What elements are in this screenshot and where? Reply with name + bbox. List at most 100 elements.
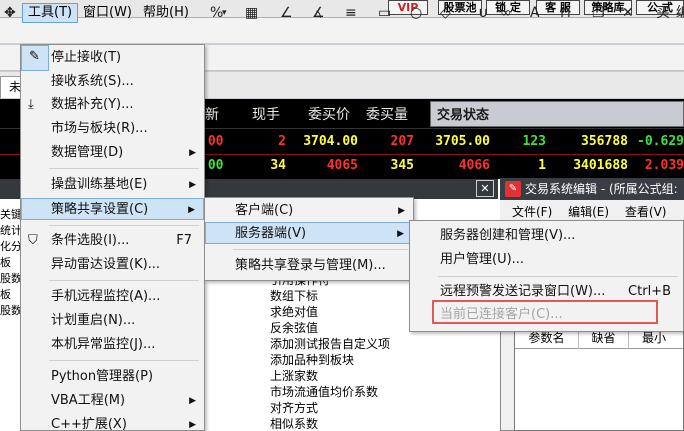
left-list-item[interactable]: 股数 bbox=[0, 271, 22, 287]
menu-item-python-manager[interactable]: Python管理器(P) bbox=[21, 366, 204, 388]
menu-separator bbox=[49, 225, 199, 226]
left-list-item[interactable]: 股数 bbox=[0, 303, 22, 319]
quote-cell: 207 bbox=[390, 134, 414, 149]
submenu-arrow-icon: ▶ bbox=[189, 148, 196, 158]
menu-item-cpp-extension[interactable]: C++扩展(X) ▶ bbox=[21, 414, 204, 431]
menu-item-training-base[interactable]: 操盘训练基地(E) ▶ bbox=[21, 174, 204, 196]
function-list-item[interactable]: 上涨家数 bbox=[270, 368, 390, 384]
menu-window[interactable]: 窗口(W) bbox=[78, 3, 137, 23]
menu-item-data-supplement[interactable]: ⤓ 数据补充(Y)... bbox=[21, 94, 204, 116]
function-list: 引用操作符 数组下标 求绝对值 反余弦值 添加测试报告自定义项 添加品种到板块 … bbox=[270, 272, 390, 431]
function-list-item[interactable]: 市场流通值均价系数 bbox=[270, 384, 390, 400]
function-list-item[interactable]: 添加测试报告自定义项 bbox=[270, 336, 390, 352]
quote-cell: 2 bbox=[278, 134, 286, 149]
quote-cell: 4066 bbox=[458, 158, 490, 173]
quote-cell: 123 bbox=[522, 134, 546, 149]
filter-icon: ⛉ bbox=[28, 233, 38, 248]
editor-title: 交易系统编辑 - (所属公式组: bbox=[500, 178, 684, 200]
lock-tool-icon[interactable]: ⊓ bbox=[560, 3, 571, 23]
left-list-item[interactable]: 关键 bbox=[0, 207, 22, 223]
text-tool-icon[interactable]: A bbox=[530, 3, 540, 23]
trade-status-title: 交易状态 bbox=[437, 108, 490, 123]
rect-tool-icon[interactable]: ▭ bbox=[378, 3, 391, 23]
menu-item-stop-receive[interactable]: 停止接收(T) bbox=[21, 47, 204, 69]
left-list-item[interactable]: 板 bbox=[0, 255, 22, 271]
menu-separator bbox=[438, 276, 678, 277]
fibonacci-tool-icon[interactable]: ≡ bbox=[345, 3, 357, 23]
delete-tool-icon[interactable]: ✕ bbox=[622, 3, 634, 23]
menu-item-mobile-monitor[interactable]: 手机远程监控(A)... bbox=[21, 286, 204, 308]
quote-cell: 1 bbox=[538, 158, 546, 173]
param-table: 参数名 缺省 最小 bbox=[514, 326, 684, 431]
submenu-arrow-icon: ▶ bbox=[189, 180, 196, 190]
submenu-arrow-icon: ▶ bbox=[189, 420, 196, 430]
left-list-item[interactable]: 统计 bbox=[0, 223, 22, 239]
buy-button[interactable]: 买 bbox=[656, 3, 670, 23]
quote-cell: 4065 bbox=[326, 158, 358, 173]
magnet-tool-icon[interactable]: ∪ bbox=[478, 3, 488, 23]
menu-item-strategy-share[interactable]: 策略共享设置(C) ▶ bbox=[21, 198, 204, 220]
menu-item-user-management[interactable]: 用户管理(U)... bbox=[410, 249, 683, 271]
menu-separator bbox=[49, 280, 199, 281]
left-window-titlebar bbox=[0, 179, 20, 199]
menu-item-receive-system[interactable]: 接收系统(S)... bbox=[21, 71, 204, 93]
editor-app-icon: ✎ bbox=[505, 181, 521, 197]
menu-item-vba-project[interactable]: VBA工程(M) ▶ bbox=[21, 390, 204, 412]
menu-item-data-management[interactable]: 数据管理(D) ▶ bbox=[21, 142, 204, 164]
function-list-item[interactable]: 相似系数 bbox=[270, 416, 390, 431]
menu-item-anomaly-monitor[interactable]: 本机异常监控(J)... bbox=[21, 334, 204, 356]
dropdown-arrow-icon[interactable]: ▾ bbox=[222, 3, 227, 23]
menu-item-scheduled-restart[interactable]: 计划重启(N)... bbox=[21, 310, 204, 332]
menu-item-client[interactable]: 客户端(C) ▶ bbox=[205, 200, 413, 222]
diamond-tool-icon[interactable]: ◇ bbox=[440, 3, 451, 23]
menu-item-stock-filter[interactable]: ⛉ 条件选股(I)... F7 bbox=[21, 230, 204, 252]
quote-cell: -0.629 bbox=[637, 134, 684, 149]
function-list-item[interactable]: 添加品种到板块 bbox=[270, 352, 390, 368]
function-list-item[interactable]: 反余弦值 bbox=[270, 320, 390, 336]
formula-window-titlebar bbox=[200, 179, 498, 199]
quote-cell: 34 bbox=[270, 158, 286, 173]
link-tool-icon[interactable]: ∞ bbox=[500, 3, 512, 23]
left-list-item[interactable]: 化分 bbox=[0, 239, 22, 255]
download-icon: ⤓ bbox=[28, 97, 34, 112]
line-tool-icon[interactable]: ∠ bbox=[280, 3, 293, 23]
move-icon[interactable]: ✥ bbox=[4, 3, 16, 23]
editor-menu-view[interactable]: 查看(V) bbox=[625, 205, 667, 219]
submenu-arrow-icon: ▶ bbox=[397, 229, 404, 239]
strategy-share-submenu: 客户端(C) ▶ 服务器端(V) ▶ 策略共享登录与管理(M)... bbox=[204, 197, 414, 281]
function-list-item[interactable]: 求绝对值 bbox=[270, 304, 390, 320]
menu-item-share-login[interactable]: 策略共享登录与管理(M)... bbox=[205, 255, 413, 277]
menu-tools[interactable]: 工具(T) bbox=[22, 3, 79, 23]
copy-tool-icon[interactable]: ❐ bbox=[592, 3, 605, 23]
editor-menu-file[interactable]: 文件(F) bbox=[512, 205, 552, 219]
header-weimailiang: 委买量 bbox=[366, 107, 408, 123]
circle-tool-icon[interactable]: ○ bbox=[410, 3, 422, 23]
menu-help[interactable]: 帮助(H) bbox=[138, 3, 194, 23]
editor-menu-edit[interactable]: 编辑(E) bbox=[568, 205, 609, 219]
menu-item-server-create[interactable]: 服务器创建和管理(V)... bbox=[410, 225, 683, 247]
menu-separator bbox=[233, 249, 408, 250]
menu-separator bbox=[49, 168, 199, 169]
menu-item-server[interactable]: 服务器端(V) ▶ bbox=[205, 222, 413, 244]
function-list-item[interactable]: 对齐方式 bbox=[270, 400, 390, 416]
edit-button[interactable]: 编 bbox=[676, 3, 684, 23]
left-list-items: 关键 统计 化分 板 股数 板 股数 bbox=[0, 207, 22, 319]
customer-service-button[interactable]: 客 服 bbox=[536, 0, 580, 15]
left-list-item[interactable]: 板 bbox=[0, 287, 22, 303]
header-weimaijia: 委买价 bbox=[308, 107, 350, 123]
submenu-arrow-icon: ▶ bbox=[398, 206, 405, 216]
menu-item-market-sector[interactable]: 市场与板块(R)... bbox=[21, 118, 204, 140]
angle-tool-icon[interactable]: ∡ bbox=[312, 3, 325, 23]
quote-cell: 345 bbox=[390, 158, 414, 173]
header-xianshou: 现手 bbox=[252, 107, 280, 123]
menu-separator bbox=[49, 360, 199, 361]
menu-item-radar-settings[interactable]: 异动雷达设置(K)... bbox=[21, 254, 204, 276]
highlight-box bbox=[432, 300, 658, 324]
quote-cell: 356788 bbox=[581, 134, 628, 149]
function-list-item[interactable]: 数组下标 bbox=[270, 288, 390, 304]
submenu-arrow-icon: ▶ bbox=[189, 396, 196, 406]
quote-cell: 3704.00 bbox=[303, 134, 358, 149]
header-xin: 新 bbox=[205, 107, 219, 123]
close-icon[interactable]: ✕ bbox=[476, 180, 494, 197]
grid-tool-icon[interactable]: ▦ bbox=[245, 3, 258, 23]
